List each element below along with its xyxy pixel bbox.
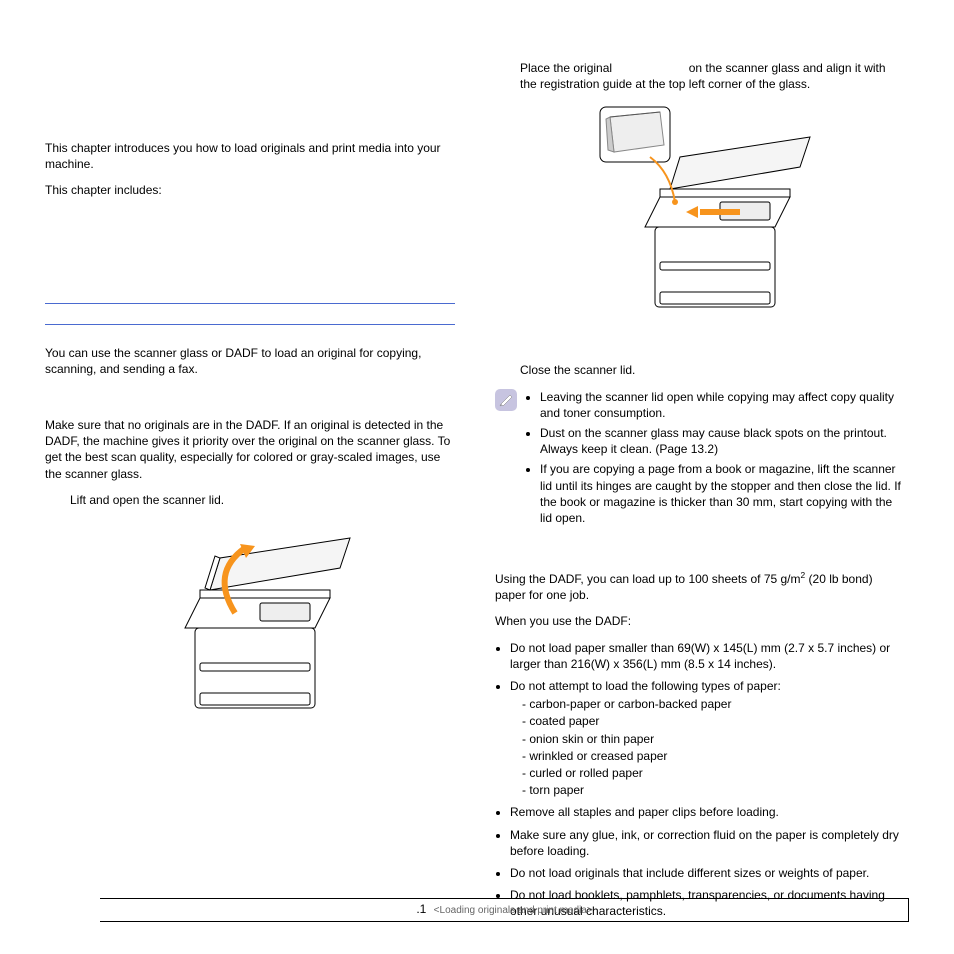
- bullet-item: Do not load paper smaller than 69(W) x 1…: [510, 640, 905, 672]
- sub-list: carbon-paper or carbon-backed paper coat…: [510, 696, 905, 798]
- place-original: Place the original on the scanner glass …: [520, 60, 905, 92]
- note-item: Leaving the scanner lid open while copyi…: [540, 389, 905, 421]
- bullet-item: Make sure any glue, ink, or correction f…: [510, 827, 905, 859]
- sub-item: onion skin or thin paper: [522, 731, 905, 747]
- note-item: Dust on the scanner glass may cause blac…: [540, 425, 905, 457]
- sub-item: wrinkled or creased paper: [522, 748, 905, 764]
- sub-item: torn paper: [522, 782, 905, 798]
- printer-place-original-figure: [580, 102, 820, 332]
- printer-open-lid-figure: [140, 518, 360, 738]
- includes-para: This chapter includes:: [45, 182, 455, 198]
- dadf-intro: Using the DADF, you can load up to 100 s…: [495, 570, 905, 603]
- place-original-pre: Place the original: [520, 61, 612, 75]
- loading-text: You can use the scanner glass or DADF to…: [45, 345, 455, 377]
- scanner-glass-para: Make sure that no originals are in the D…: [45, 417, 455, 482]
- note-list: Leaving the scanner lid open while copyi…: [525, 389, 905, 531]
- sub-item: carbon-paper or carbon-backed paper: [522, 696, 905, 712]
- left-column: This chapter introduces you how to load …: [45, 60, 455, 929]
- close-lid: Close the scanner lid.: [520, 362, 905, 378]
- step-lift: Lift and open the scanner lid.: [70, 492, 455, 508]
- dadf-bullets: Do not load paper smaller than 69(W) x 1…: [495, 640, 905, 920]
- note-icon: [495, 389, 517, 411]
- right-column: Place the original on the scanner glass …: [495, 60, 905, 929]
- bullet-item: Remove all staples and paper clips befor…: [510, 804, 905, 820]
- sub-item: coated paper: [522, 713, 905, 729]
- note-item: If you are copying a page from a book or…: [540, 461, 905, 526]
- bullet-item: Do not load originals that include diffe…: [510, 865, 905, 881]
- intro-para: This chapter introduces you how to load …: [45, 140, 455, 172]
- section-rule-2: [45, 324, 455, 325]
- section-rule-1: [45, 303, 455, 304]
- note-block: Leaving the scanner lid open while copyi…: [495, 389, 905, 531]
- when-use: When you use the DADF:: [495, 613, 905, 629]
- page-number: .1: [416, 902, 426, 916]
- chapter-label: <Loading originals and print media>: [434, 905, 593, 916]
- bullet-item: Do not attempt to load the following typ…: [510, 678, 905, 798]
- sub-item: curled or rolled paper: [522, 765, 905, 781]
- page-footer: .1 <Loading originals and print media>: [100, 898, 909, 922]
